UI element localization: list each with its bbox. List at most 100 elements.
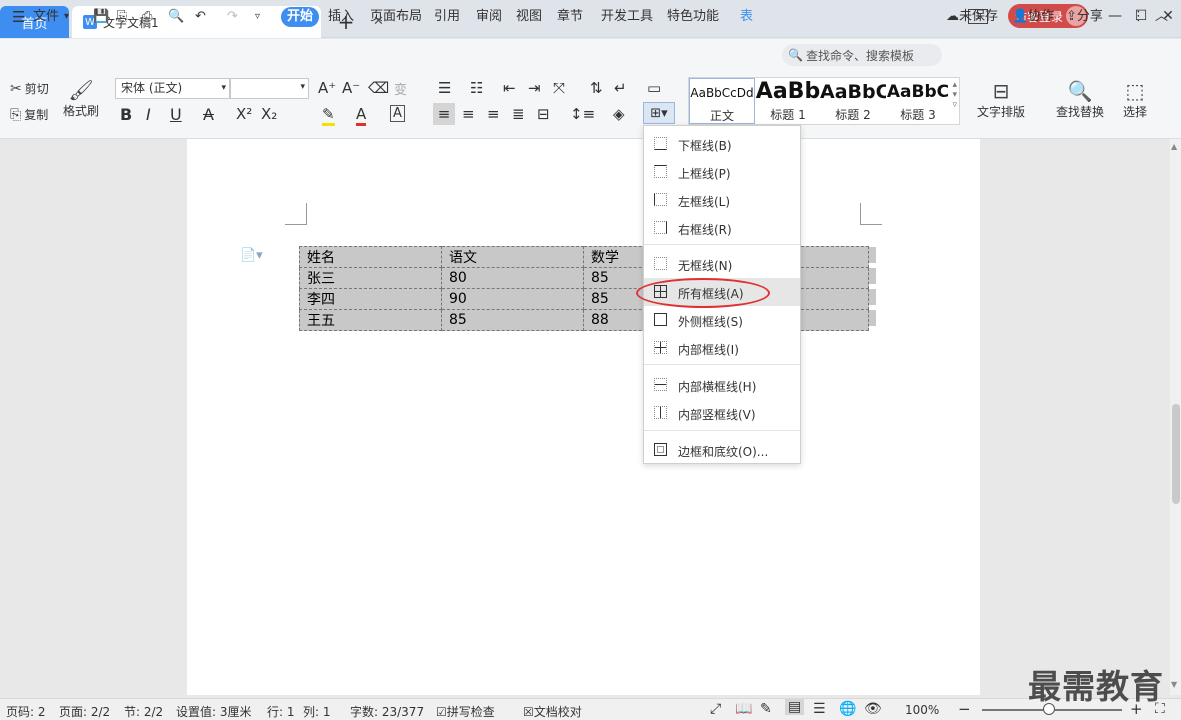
bold-icon[interactable]: B — [120, 105, 132, 124]
menu-item-inside-vertical[interactable]: 内部竖框线(V) — [644, 399, 800, 427]
minimize-icon[interactable]: — — [1105, 6, 1125, 26]
increase-indent-icon[interactable]: ⇥ — [528, 79, 541, 97]
strikethrough-icon[interactable]: A — [203, 105, 214, 124]
outline-view-icon[interactable]: ☰ — [813, 701, 826, 717]
number-list-icon[interactable]: ☷ — [470, 79, 483, 97]
table-cell[interactable]: 语文 — [441, 246, 584, 268]
align-left-icon[interactable]: ≡ — [433, 103, 455, 125]
menu-item-borders-shading[interactable]: 边框和底纹(O)... — [644, 436, 800, 464]
zoom-out-button[interactable]: − — [958, 700, 971, 718]
spell-check-button[interactable]: ☑拼写检查 — [436, 703, 495, 720]
find-replace-button[interactable]: 🔍 查找替换 — [1056, 79, 1104, 120]
status-pages[interactable]: 页面: 2/2 — [59, 703, 110, 720]
shading-icon[interactable]: ◈ — [613, 105, 625, 123]
paste-options-icon[interactable]: 📄▾ — [240, 248, 263, 263]
menu-item-right-border[interactable]: 右框线(R) — [644, 214, 800, 242]
status-row[interactable]: 行: 1 — [267, 703, 295, 720]
menu-item-outside-borders[interactable]: 外侧框线(S) — [644, 306, 800, 334]
redo-icon[interactable]: ↷ — [227, 7, 238, 27]
menu-item-bottom-border[interactable]: 下框线(B) — [644, 130, 800, 158]
bullet-list-icon[interactable]: ☰ — [438, 79, 451, 97]
style-heading2[interactable]: AaBbC 标题 2 — [820, 78, 886, 124]
table-cell[interactable]: 李四 — [299, 288, 442, 310]
collapse-ribbon-icon[interactable]: ︿ — [1155, 7, 1168, 27]
table-cell[interactable]: 王五 — [299, 309, 442, 331]
read-mode-icon[interactable]: 📖 — [735, 701, 752, 717]
status-setting[interactable]: 设置值: 3厘米 — [176, 703, 252, 720]
status-words[interactable]: 字数: 23/377 — [350, 703, 424, 720]
menu-item-inside-borders[interactable]: 内部框线(I) — [644, 334, 800, 362]
show-marks-icon[interactable]: ↵ — [614, 79, 627, 97]
table-cell[interactable]: 85 — [441, 309, 584, 331]
copy-button[interactable]: ⎘ 复制 — [10, 106, 48, 123]
unsaved-button[interactable]: ☁未保存 — [946, 7, 998, 27]
table-cell[interactable]: 80 — [441, 267, 584, 289]
menu-review[interactable]: 审阅 — [476, 7, 502, 27]
clear-format-icon[interactable]: ⌫ — [368, 79, 389, 97]
distribute-icon[interactable]: ⊟ — [537, 105, 550, 123]
web-view-icon[interactable]: 🌐 — [839, 701, 856, 717]
save-icon[interactable]: 💾 — [93, 7, 109, 27]
status-col[interactable]: 列: 1 — [303, 703, 331, 720]
page-view-icon[interactable]: ▤ — [785, 699, 805, 715]
border-button[interactable]: ⊞▾ — [643, 102, 675, 124]
style-heading3[interactable]: AaBbC 标题 3 — [885, 78, 951, 124]
line-spacing-icon[interactable]: ↕≡ — [570, 105, 595, 123]
format-painter-button[interactable]: 🖌 格式刷 — [63, 78, 99, 119]
table-cell[interactable]: 90 — [441, 288, 584, 310]
gallery-scroll-icon[interactable]: ▴ ▾ ▿ — [952, 80, 957, 110]
text-layout-button[interactable]: ⊟ 文字排版 — [977, 79, 1025, 120]
underline-icon[interactable]: U — [170, 105, 182, 124]
decrease-indent-icon[interactable]: ⇤ — [503, 79, 516, 97]
menu-item-left-border[interactable]: 左框线(L) — [644, 186, 800, 214]
shrink-font-icon[interactable]: A⁻ — [342, 79, 360, 97]
menu-insert[interactable]: 插入 — [328, 7, 354, 27]
search-input[interactable]: 🔍 查找命令、搜索模板 — [782, 44, 942, 66]
menu-start[interactable]: 开始 — [281, 7, 320, 27]
status-section[interactable]: 节: 2/2 — [124, 703, 163, 720]
scroll-down-icon[interactable]: ▼ — [1171, 680, 1177, 689]
menu-chapter[interactable]: 章节 — [557, 7, 583, 27]
export-icon[interactable]: ⎘ — [117, 7, 127, 27]
style-heading1[interactable]: AaBb 标题 1 — [755, 78, 821, 124]
menu-view[interactable]: 视图 — [516, 7, 542, 27]
zoom-level[interactable]: 100% — [905, 703, 939, 717]
menu-item-no-border[interactable]: 无框线(N) — [644, 250, 800, 278]
scrollbar-thumb[interactable] — [1172, 404, 1180, 504]
table-cell[interactable]: 姓名 — [299, 246, 442, 268]
menu-reference[interactable]: 引用 — [434, 7, 460, 27]
font-name-select[interactable]: 宋体 (正文) ▾ — [115, 78, 230, 99]
more-icon[interactable]: ⋮ — [1132, 7, 1145, 27]
font-size-select[interactable]: ▾ — [230, 78, 309, 99]
phonetic-icon[interactable]: 变 — [394, 79, 407, 98]
align-center-icon[interactable]: ≡ — [462, 105, 475, 123]
char-border-icon[interactable]: A — [390, 105, 405, 122]
menu-table[interactable]: 表 — [740, 7, 753, 27]
sort-icon[interactable]: ⇅ — [590, 79, 603, 97]
table-cell[interactable]: 张三 — [299, 267, 442, 289]
fullscreen-icon[interactable]: ⤢ — [710, 701, 721, 717]
hamburger-icon[interactable]: ☰ — [12, 7, 25, 27]
scroll-up-icon[interactable]: ▲ — [1171, 142, 1177, 151]
share-button[interactable]: ⇪分享 — [1066, 7, 1103, 27]
align-right-icon[interactable]: ≡ — [487, 105, 500, 123]
style-normal[interactable]: AaBbCcDd 正文 — [689, 78, 755, 124]
select-button[interactable]: ⬚ 选择 — [1123, 79, 1147, 120]
menu-item-inside-horizontal[interactable]: 内部横框线(H) — [644, 371, 800, 399]
quick-access-icon[interactable]: ▿ — [255, 7, 260, 27]
undo-icon[interactable]: ↶ — [195, 7, 206, 27]
eye-protect-icon[interactable]: 👁 — [864, 701, 882, 717]
preview-icon[interactable]: 🔍 — [168, 7, 184, 27]
subscript-icon[interactable]: X₂ — [261, 105, 277, 123]
italic-icon[interactable]: I — [146, 105, 151, 124]
superscript-icon[interactable]: X² — [236, 105, 252, 123]
proofread-button[interactable]: ☒文档校对 — [523, 703, 582, 720]
cut-button[interactable]: ✂ 剪切 — [10, 80, 49, 97]
collab-button[interactable]: 👤协作 — [1012, 7, 1054, 27]
menu-layout[interactable]: 页面布局 — [370, 7, 422, 27]
menu-developer[interactable]: 开发工具 — [601, 7, 653, 27]
write-mode-icon[interactable]: ✎ — [760, 701, 772, 717]
chinese-layout-icon[interactable]: ⤧ — [553, 79, 565, 97]
table-icon[interactable]: ▭ — [647, 79, 661, 97]
menu-features[interactable]: 特色功能 — [667, 7, 719, 27]
